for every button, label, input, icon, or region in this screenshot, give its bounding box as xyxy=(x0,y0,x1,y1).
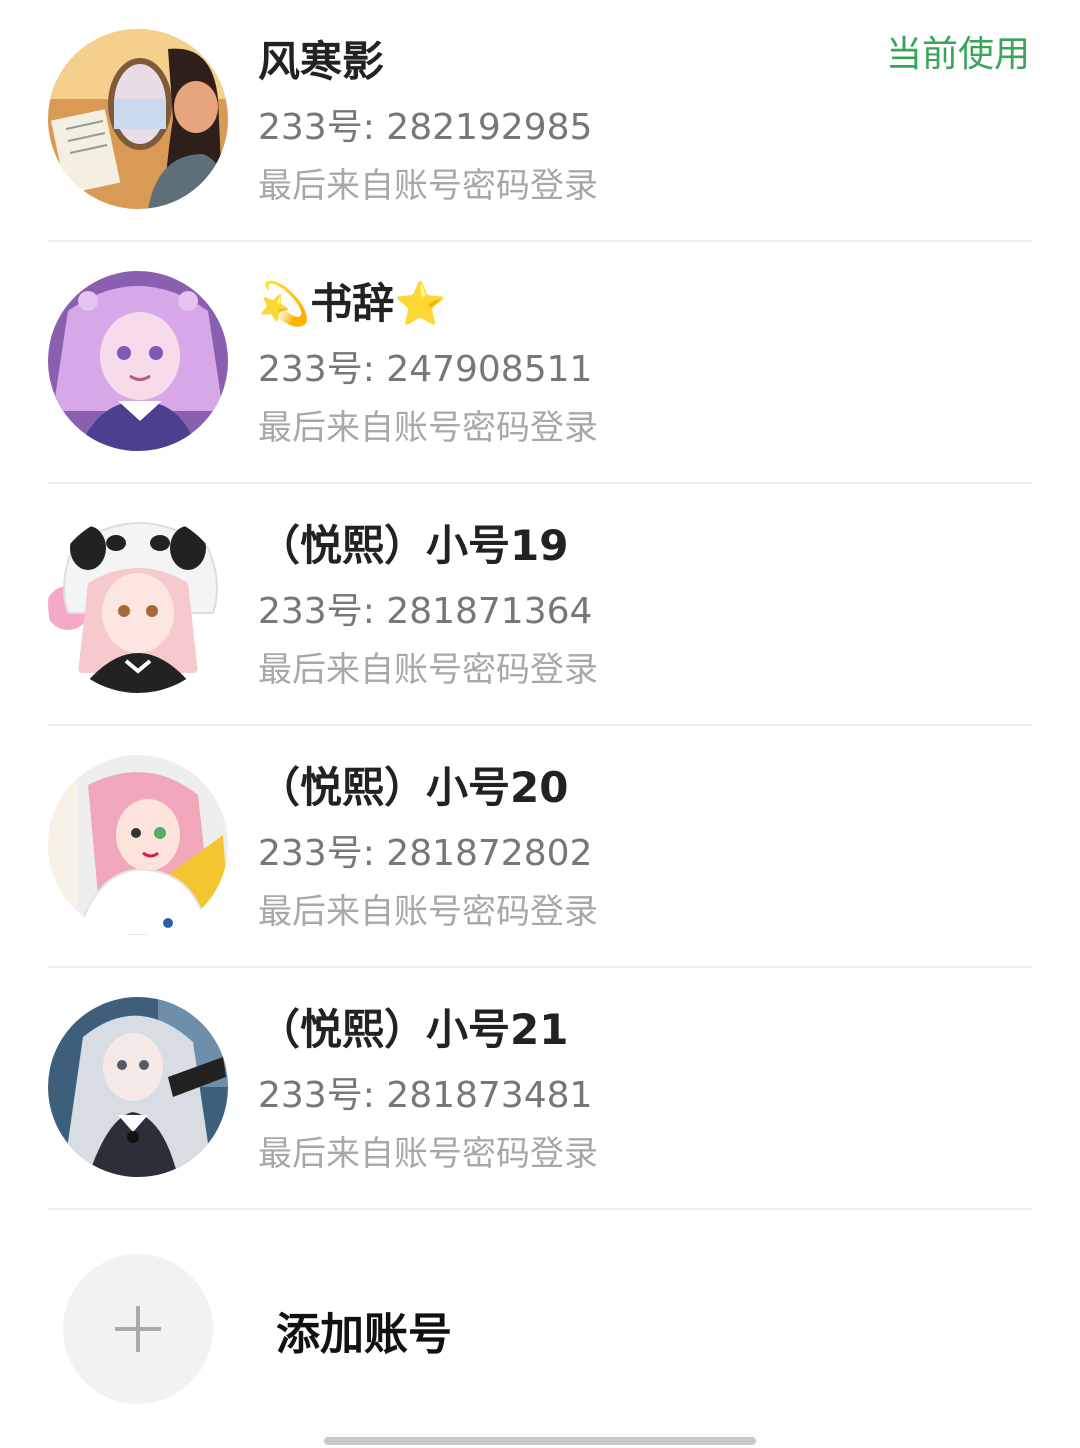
account-list: 风寒影 233号: 282192985 最后来自账号密码登录 当前使用 💫书辞⭐… xyxy=(0,0,1080,1210)
account-name: （悦熙）小号19 xyxy=(258,521,569,570)
home-indicator[interactable] xyxy=(324,1437,756,1445)
account-id: 233号: 281871364 xyxy=(258,591,593,632)
account-id: 233号: 247908511 xyxy=(258,349,593,390)
login-source: 最后来自账号密码登录 xyxy=(258,1134,598,1174)
avatar xyxy=(48,513,228,693)
login-source: 最后来自账号密码登录 xyxy=(258,892,598,932)
account-row[interactable]: 💫书辞⭐ 233号: 247908511 最后来自账号密码登录 xyxy=(0,242,1080,484)
avatar xyxy=(48,755,228,935)
login-source: 最后来自账号密码登录 xyxy=(258,650,598,690)
account-id: 233号: 282192985 xyxy=(258,107,593,148)
account-id: 233号: 281872802 xyxy=(258,833,593,874)
login-source: 最后来自账号密码登录 xyxy=(258,408,598,448)
account-row[interactable]: （悦熙）小号20 233号: 281872802 最后来自账号密码登录 xyxy=(0,726,1080,968)
account-name: 💫书辞⭐ xyxy=(258,279,447,328)
account-row[interactable]: （悦熙）小号19 233号: 281871364 最后来自账号密码登录 xyxy=(0,484,1080,726)
avatar xyxy=(48,271,228,451)
avatar xyxy=(48,29,228,209)
account-id: 233号: 281873481 xyxy=(258,1075,593,1116)
add-account-circle[interactable] xyxy=(63,1254,213,1404)
account-row[interactable]: 风寒影 233号: 282192985 最后来自账号密码登录 当前使用 xyxy=(0,0,1080,242)
login-source: 最后来自账号密码登录 xyxy=(258,166,598,206)
account-row[interactable]: （悦熙）小号21 233号: 281873481 最后来自账号密码登录 xyxy=(0,968,1080,1210)
account-name: （悦熙）小号21 xyxy=(258,1005,569,1054)
account-name: 风寒影 xyxy=(258,37,385,86)
current-account-badge: 当前使用 xyxy=(885,34,1030,75)
account-name: （悦熙）小号20 xyxy=(258,763,569,812)
avatar xyxy=(48,997,228,1177)
add-account-button[interactable]: 添加账号 xyxy=(0,1254,1080,1404)
plus-icon xyxy=(115,1306,161,1352)
add-account-label: 添加账号 xyxy=(276,1309,452,1360)
